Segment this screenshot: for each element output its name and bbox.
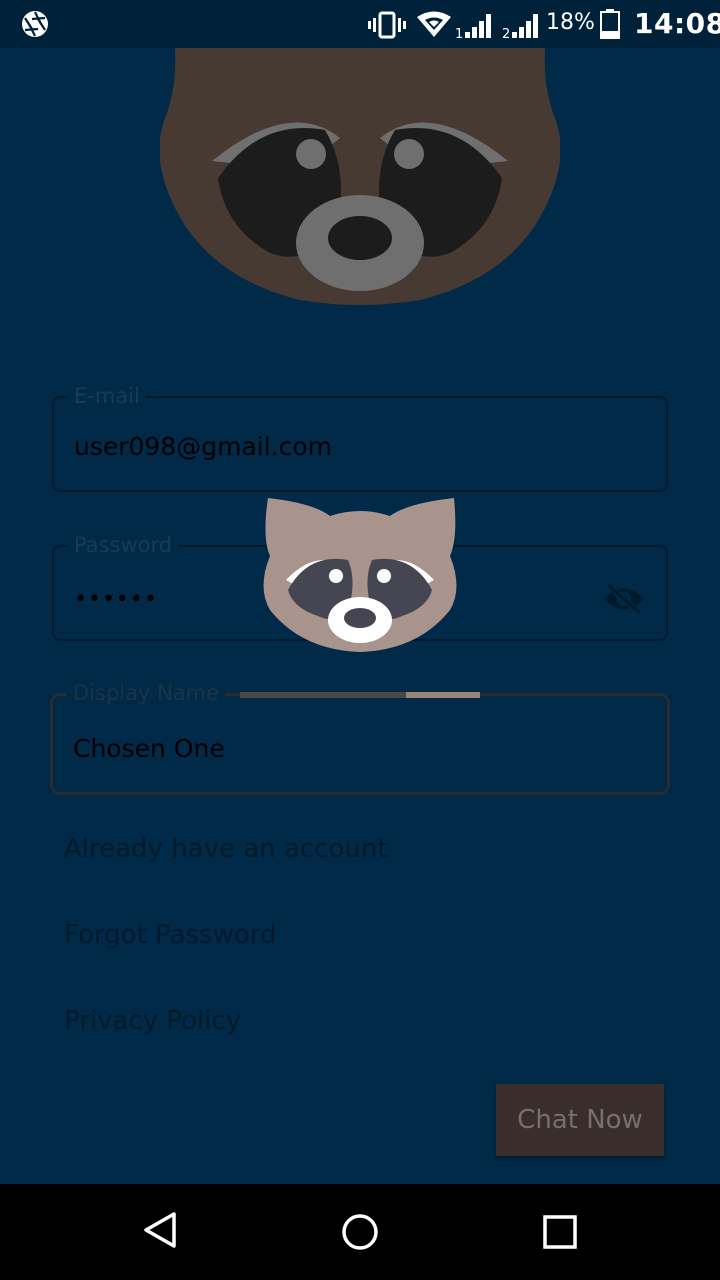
raccoon-logo-icon	[160, 48, 560, 305]
email-field[interactable]: E-mail user098@gmail.com	[52, 384, 668, 492]
wifi-icon	[417, 11, 451, 37]
home-icon[interactable]	[340, 1212, 380, 1252]
email-label: E-mail	[68, 384, 146, 408]
password-label: Password	[68, 533, 179, 557]
sim1-label: 1	[455, 27, 463, 40]
signal-icon: 2	[502, 14, 538, 40]
already-have-account-link[interactable]: Already have an account	[64, 834, 388, 864]
sim2-label: 2	[502, 27, 510, 40]
back-icon[interactable]	[140, 1210, 180, 1250]
status-bar: 1 2 18% 14:08	[0, 0, 720, 48]
vibrate-icon	[368, 11, 406, 39]
password-value: ••••••	[74, 587, 158, 612]
forgot-password-link[interactable]: Forgot Password	[64, 920, 276, 950]
loading-progress-fill	[406, 692, 480, 698]
signal-icon: 1	[455, 14, 491, 40]
display-name-value: Chosen One	[73, 734, 225, 763]
display-name-field[interactable]: Display Name Chosen One	[50, 681, 670, 795]
visibility-off-icon[interactable]	[602, 582, 646, 616]
chat-now-button[interactable]: Chat Now	[496, 1084, 664, 1156]
raccoon-loader-icon	[263, 498, 457, 652]
aperture-icon	[22, 11, 48, 37]
display-name-label: Display Name	[67, 681, 226, 705]
clock: 14:08	[634, 7, 720, 40]
privacy-policy-link[interactable]: Privacy Policy	[64, 1006, 241, 1036]
battery-icon	[600, 9, 620, 39]
recents-icon[interactable]	[542, 1214, 578, 1250]
email-value: user098@gmail.com	[74, 432, 333, 461]
battery-percent: 18%	[546, 10, 595, 35]
